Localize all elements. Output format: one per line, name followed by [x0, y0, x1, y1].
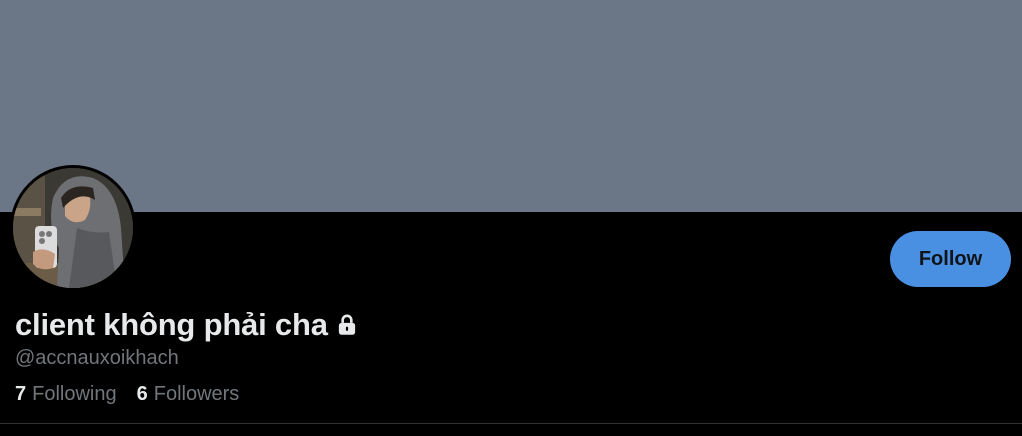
- following-count: 7: [15, 383, 27, 405]
- following-label: Following: [32, 383, 117, 405]
- followers-link[interactable]: 6 Followers: [137, 383, 240, 406]
- following-link[interactable]: 7 Following: [15, 383, 117, 406]
- follow-button[interactable]: Follow: [890, 231, 1011, 287]
- profile-header: Follow client không phải cha @accnauxoik…: [0, 0, 1022, 436]
- follow-stats: 7 Following 6 Followers: [15, 383, 239, 406]
- avatar[interactable]: [10, 165, 136, 291]
- display-name: client không phải cha: [15, 307, 328, 342]
- followers-label: Followers: [153, 383, 240, 405]
- followers-count: 6: [136, 383, 148, 405]
- avatar-photo-icon: [13, 168, 133, 288]
- display-name-row: client không phải cha: [15, 305, 360, 345]
- lock-icon: [334, 312, 360, 338]
- user-handle: @accnauxoikhach: [15, 347, 179, 369]
- profile-banner[interactable]: [0, 0, 1022, 212]
- divider: [0, 423, 1022, 424]
